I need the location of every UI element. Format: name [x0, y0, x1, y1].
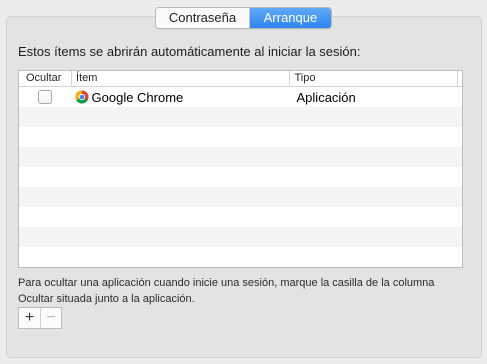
- empty-row: [19, 227, 462, 247]
- empty-row: [19, 107, 462, 127]
- tab-segmented-control: Contraseña Arranque: [155, 7, 332, 29]
- empty-row: [19, 267, 462, 268]
- empty-row: [19, 247, 462, 267]
- add-item-button[interactable]: +: [19, 308, 40, 328]
- chrome-icon: [75, 90, 89, 104]
- empty-row: [19, 147, 462, 167]
- column-header-item[interactable]: Ítem: [71, 71, 289, 86]
- item-name: Google Chrome: [91, 89, 184, 105]
- hide-checkbox[interactable]: [38, 90, 53, 104]
- column-header-type[interactable]: Tipo: [289, 71, 457, 86]
- tab-startup[interactable]: Arranque: [250, 8, 331, 28]
- column-header-filler: [457, 71, 462, 86]
- empty-row: [19, 187, 462, 207]
- add-remove-control: + −: [18, 307, 62, 329]
- empty-row: [19, 127, 462, 147]
- empty-row: [19, 207, 462, 227]
- login-items-table: Ocultar Ítem Tipo Google Chrome Aplicaci…: [18, 70, 463, 268]
- table-header: Ocultar Ítem Tipo: [19, 71, 462, 87]
- remove-item-button[interactable]: −: [40, 308, 61, 328]
- tab-password[interactable]: Contraseña: [156, 8, 250, 28]
- item-cell: Google Chrome: [72, 90, 293, 105]
- table-body: Google Chrome Aplicación: [19, 87, 462, 268]
- table-row[interactable]: Google Chrome Aplicación: [19, 87, 462, 107]
- intro-text: Estos ítems se abrirán automáticamente a…: [18, 44, 361, 59]
- column-header-hide[interactable]: Ocultar: [19, 71, 71, 86]
- type-cell: Aplicación: [296, 89, 356, 105]
- hide-cell: [19, 90, 72, 104]
- empty-row: [19, 167, 462, 187]
- help-text: Para ocultar una aplicación cuando inici…: [18, 277, 435, 305]
